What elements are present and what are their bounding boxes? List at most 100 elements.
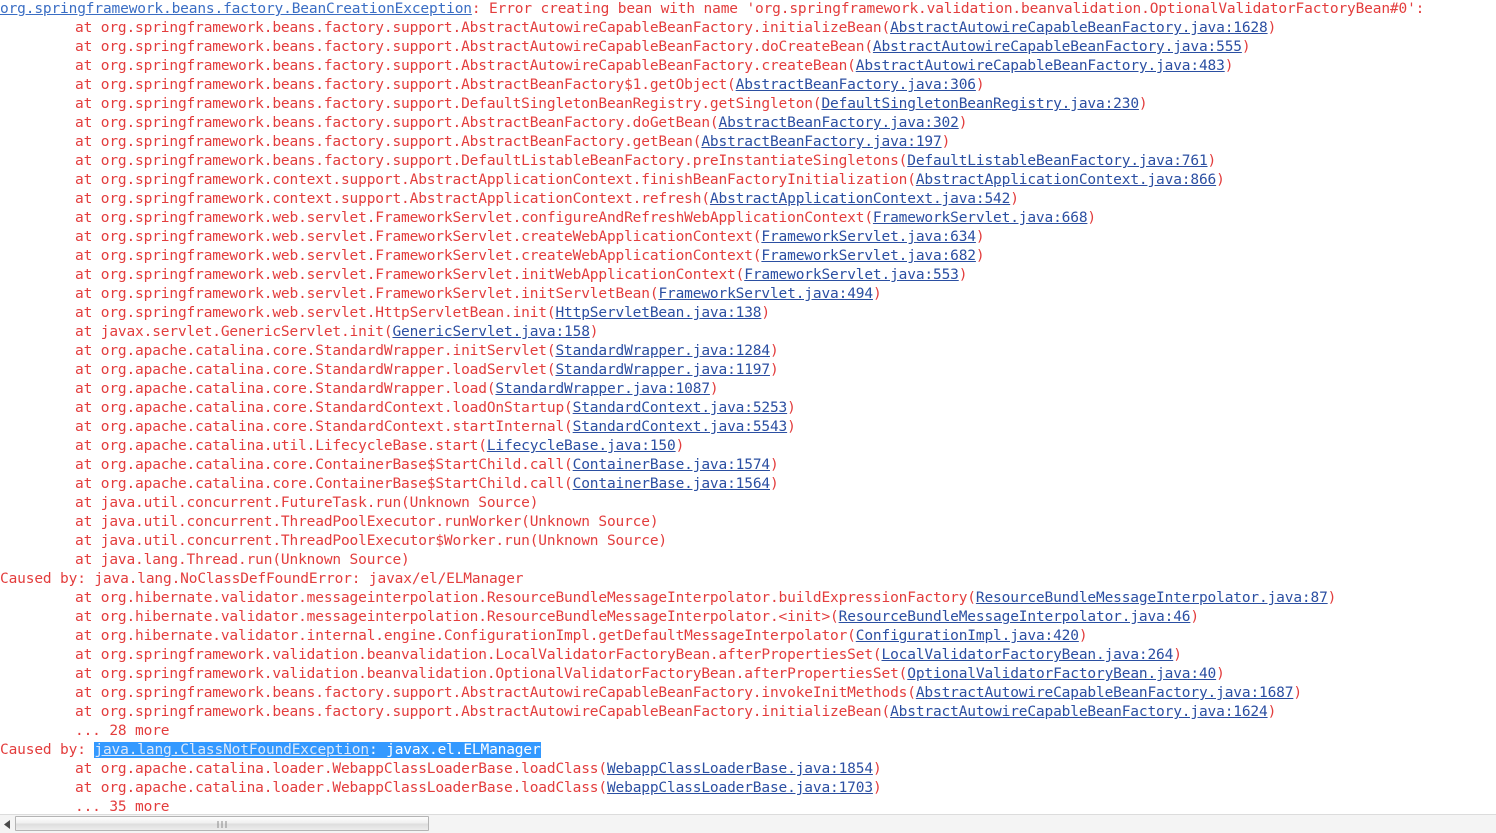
trace-text: ) (1010, 191, 1019, 207)
source-location-link[interactable]: AbstractApplicationContext.java:866 (916, 172, 1216, 188)
source-location-link[interactable]: StandardWrapper.java:1087 (495, 381, 710, 397)
stack-trace-line[interactable]: at org.springframework.beans.factory.sup… (0, 19, 1496, 38)
source-location-link[interactable]: ContainerBase.java:1564 (573, 476, 770, 492)
source-location-link[interactable]: AbstractAutowireCapableBeanFactory.java:… (856, 58, 1225, 74)
source-location-link[interactable]: StandardContext.java:5253 (573, 400, 788, 416)
source-location-link[interactable]: StandardWrapper.java:1284 (555, 343, 770, 359)
horizontal-scrollbar[interactable] (0, 814, 1496, 833)
trace-text: at org.hibernate.validator.messageinterp… (75, 609, 839, 625)
trace-text: ) (941, 134, 951, 150)
trace-text: at org.springframework.beans.factory.sup… (75, 96, 822, 112)
trace-text: at org.springframework.beans.factory.sup… (75, 115, 719, 131)
trace-text: ) (787, 400, 796, 416)
stack-trace-line[interactable]: at org.springframework.context.support.A… (0, 190, 1496, 209)
trace-text: Caused by: (0, 742, 95, 758)
stack-trace-line[interactable]: at org.apache.catalina.loader.WebappClas… (0, 779, 1496, 798)
stack-trace-line[interactable]: at org.springframework.beans.factory.sup… (0, 703, 1496, 722)
stack-trace-line[interactable]: at org.apache.catalina.core.StandardWrap… (0, 380, 1496, 399)
source-location-link[interactable]: GenericServlet.java:158 (392, 324, 589, 340)
stack-trace-line[interactable]: org.springframework.beans.factory.BeanCr… (0, 0, 1496, 19)
source-location-link[interactable]: AbstractAutowireCapableBeanFactory.java:… (890, 20, 1268, 36)
stack-trace-line[interactable]: at org.springframework.beans.factory.sup… (0, 76, 1496, 95)
trace-text: at org.springframework.beans.factory.sup… (75, 153, 908, 169)
source-location-link[interactable]: AbstractAutowireCapableBeanFactory.java:… (916, 685, 1294, 701)
source-location-link[interactable]: StandardWrapper.java:1197 (555, 362, 770, 378)
source-location-link[interactable]: AbstractBeanFactory.java:302 (718, 115, 958, 131)
stack-trace-line[interactable]: at java.util.concurrent.ThreadPoolExecut… (0, 532, 1496, 551)
source-location-link[interactable]: AbstractBeanFactory.java:306 (736, 77, 976, 93)
source-location-link[interactable]: LifecycleBase.java:150 (487, 438, 676, 454)
stack-trace-line[interactable]: at org.springframework.web.servlet.HttpS… (0, 304, 1496, 323)
source-location-link[interactable]: ResourceBundleMessageInterpolator.java:4… (839, 609, 1191, 625)
stack-trace-line[interactable]: at org.springframework.web.servlet.Frame… (0, 285, 1496, 304)
source-location-link[interactable]: LocalValidatorFactoryBean.java:264 (882, 647, 1174, 663)
stack-trace-line[interactable]: ... 35 more (0, 798, 1496, 814)
selected-text[interactable]: java.lang.ClassNotFoundException: javax.… (94, 742, 541, 758)
stack-trace-line[interactable]: at org.springframework.beans.factory.sup… (0, 133, 1496, 152)
stack-trace-line[interactable]: at org.apache.catalina.loader.WebappClas… (0, 760, 1496, 779)
trace-text: ) (761, 305, 770, 321)
exception-class-link[interactable]: org.springframework.beans.factory.BeanCr… (0, 1, 472, 17)
stack-trace-line[interactable]: at org.springframework.beans.factory.sup… (0, 152, 1496, 171)
source-location-link[interactable]: DefaultListableBeanFactory.java:761 (907, 153, 1207, 169)
source-location-link[interactable]: FrameworkServlet.java:682 (761, 248, 976, 264)
source-location-link[interactable]: OptionalValidatorFactoryBean.java:40 (907, 666, 1216, 682)
trace-text: at org.springframework.validation.beanva… (75, 647, 882, 663)
stack-trace-line[interactable]: at java.util.concurrent.ThreadPoolExecut… (0, 513, 1496, 532)
stack-trace-line[interactable]: at org.apache.catalina.core.StandardWrap… (0, 361, 1496, 380)
stack-trace-line[interactable]: Caused by: java.lang.NoClassDefFoundErro… (0, 570, 1496, 589)
stack-trace-line[interactable]: at org.springframework.web.servlet.Frame… (0, 228, 1496, 247)
stack-trace-line[interactable]: at org.springframework.beans.factory.sup… (0, 38, 1496, 57)
stack-trace-line[interactable]: at org.springframework.beans.factory.sup… (0, 95, 1496, 114)
stack-trace-line[interactable]: Caused by: java.lang.ClassNotFoundExcept… (0, 741, 1496, 760)
stack-trace-line[interactable]: at java.util.concurrent.FutureTask.run(U… (0, 494, 1496, 513)
stack-trace-line[interactable]: at org.springframework.beans.factory.sup… (0, 684, 1496, 703)
scroll-left-arrow-icon[interactable] (0, 815, 14, 833)
stack-trace-line[interactable]: at org.springframework.beans.factory.sup… (0, 57, 1496, 76)
source-location-link[interactable]: AbstractApplicationContext.java:542 (710, 191, 1010, 207)
stack-trace-line[interactable]: at org.springframework.beans.factory.sup… (0, 114, 1496, 133)
source-location-link[interactable]: ConfigurationImpl.java:420 (856, 628, 1079, 644)
stack-trace-line[interactable]: at javax.servlet.GenericServlet.init(Gen… (0, 323, 1496, 342)
stack-trace-line[interactable]: at org.apache.catalina.util.LifecycleBas… (0, 437, 1496, 456)
stack-trace-line[interactable]: at org.springframework.validation.beanva… (0, 665, 1496, 684)
exception-class-link[interactable]: java.lang.ClassNotFoundException (94, 742, 369, 758)
stack-trace-line[interactable]: at java.lang.Thread.run(Unknown Source) (0, 551, 1496, 570)
stack-trace-line[interactable]: at org.apache.catalina.core.ContainerBas… (0, 456, 1496, 475)
stack-trace-line[interactable]: at org.springframework.web.servlet.Frame… (0, 209, 1496, 228)
trace-text: ) (1138, 96, 1148, 112)
source-location-link[interactable]: FrameworkServlet.java:494 (658, 286, 873, 302)
source-location-link[interactable]: ContainerBase.java:1574 (573, 457, 770, 473)
stack-trace-line[interactable]: at org.hibernate.validator.messageinterp… (0, 608, 1496, 627)
stack-trace-line[interactable]: ... 28 more (0, 722, 1496, 741)
source-location-link[interactable]: AbstractAutowireCapableBeanFactory.java:… (873, 39, 1242, 55)
source-location-link[interactable]: AbstractAutowireCapableBeanFactory.java:… (890, 704, 1268, 720)
stack-trace-line[interactable]: at org.apache.catalina.core.StandardWrap… (0, 342, 1496, 361)
trace-text: ) (1327, 590, 1337, 606)
stack-trace-line[interactable]: at org.springframework.web.servlet.Frame… (0, 266, 1496, 285)
stack-trace-line[interactable]: at org.springframework.web.servlet.Frame… (0, 247, 1496, 266)
source-location-link[interactable]: FrameworkServlet.java:553 (744, 267, 959, 283)
stack-trace-line[interactable]: at org.apache.catalina.core.StandardCont… (0, 418, 1496, 437)
horizontal-scrollbar-thumb[interactable] (15, 816, 429, 831)
stack-trace-line[interactable]: at org.hibernate.validator.internal.engi… (0, 627, 1496, 646)
trace-text: : javax.el.ELManager (368, 742, 541, 758)
source-location-link[interactable]: ResourceBundleMessageInterpolator.java:8… (976, 590, 1328, 606)
source-location-link[interactable]: WebappClassLoaderBase.java:1854 (607, 761, 873, 777)
stack-trace-line[interactable]: at org.apache.catalina.core.ContainerBas… (0, 475, 1496, 494)
source-location-link[interactable]: FrameworkServlet.java:634 (761, 229, 976, 245)
source-location-link[interactable]: HttpServletBean.java:138 (555, 305, 761, 321)
stack-trace-line[interactable]: at org.springframework.validation.beanva… (0, 646, 1496, 665)
trace-text: at org.springframework.web.servlet.Frame… (75, 248, 762, 264)
stack-trace-console[interactable]: org.springframework.beans.factory.BeanCr… (0, 0, 1496, 814)
stack-trace-line[interactable]: at org.apache.catalina.core.StandardCont… (0, 399, 1496, 418)
stack-trace-line[interactable]: at org.springframework.context.support.A… (0, 171, 1496, 190)
source-location-link[interactable]: AbstractBeanFactory.java:197 (701, 134, 941, 150)
stack-trace-line[interactable]: at org.hibernate.validator.messageinterp… (0, 589, 1496, 608)
source-location-link[interactable]: FrameworkServlet.java:668 (873, 210, 1088, 226)
source-location-link[interactable]: DefaultSingletonBeanRegistry.java:230 (821, 96, 1139, 112)
trace-text: ) (1087, 210, 1097, 226)
source-location-link[interactable]: StandardContext.java:5543 (573, 419, 788, 435)
source-location-link[interactable]: WebappClassLoaderBase.java:1703 (607, 780, 873, 796)
horizontal-scrollbar-track[interactable] (14, 815, 1496, 833)
